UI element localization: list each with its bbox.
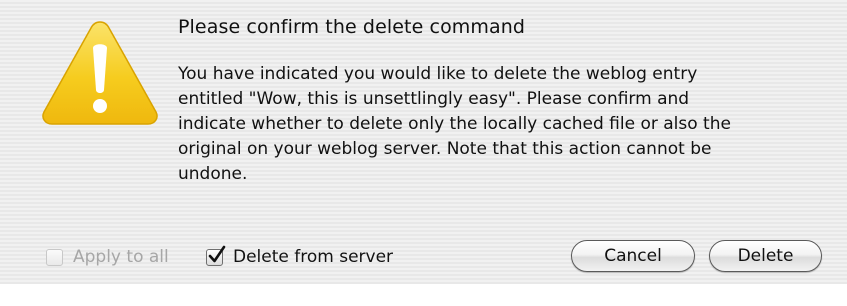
window-bottom-edge	[0, 284, 847, 306]
dialog-message: You have indicated you would like to del…	[178, 62, 838, 187]
message-line: You have indicated you would like to del…	[178, 64, 698, 84]
message-line: entitled "Wow, this is unsettlingly easy…	[178, 89, 690, 109]
apply-to-all-box[interactable]	[46, 248, 63, 266]
delete-from-server-box[interactable]	[206, 245, 226, 266]
message-line: undone.	[178, 164, 248, 184]
warning-triangle-icon	[42, 21, 158, 125]
cancel-button[interactable]: Cancel	[571, 240, 695, 272]
message-line: original on your weblog server. Note tha…	[178, 139, 712, 159]
dialog-title: Please confirm the delete command	[178, 16, 526, 38]
apply-to-all-label: Apply to all	[73, 247, 169, 267]
message-line: indicate whether to delete only the loca…	[178, 114, 731, 134]
confirm-delete-dialog: Please confirm the delete command You ha…	[0, 0, 847, 306]
delete-from-server-label: Delete from server	[233, 247, 394, 267]
delete-from-server-checkbox[interactable]: Delete from server	[206, 244, 393, 270]
delete-button[interactable]: Delete	[709, 240, 822, 272]
apply-to-all-checkbox[interactable]: Apply to all	[46, 244, 169, 270]
checkmark-icon	[208, 245, 226, 262]
